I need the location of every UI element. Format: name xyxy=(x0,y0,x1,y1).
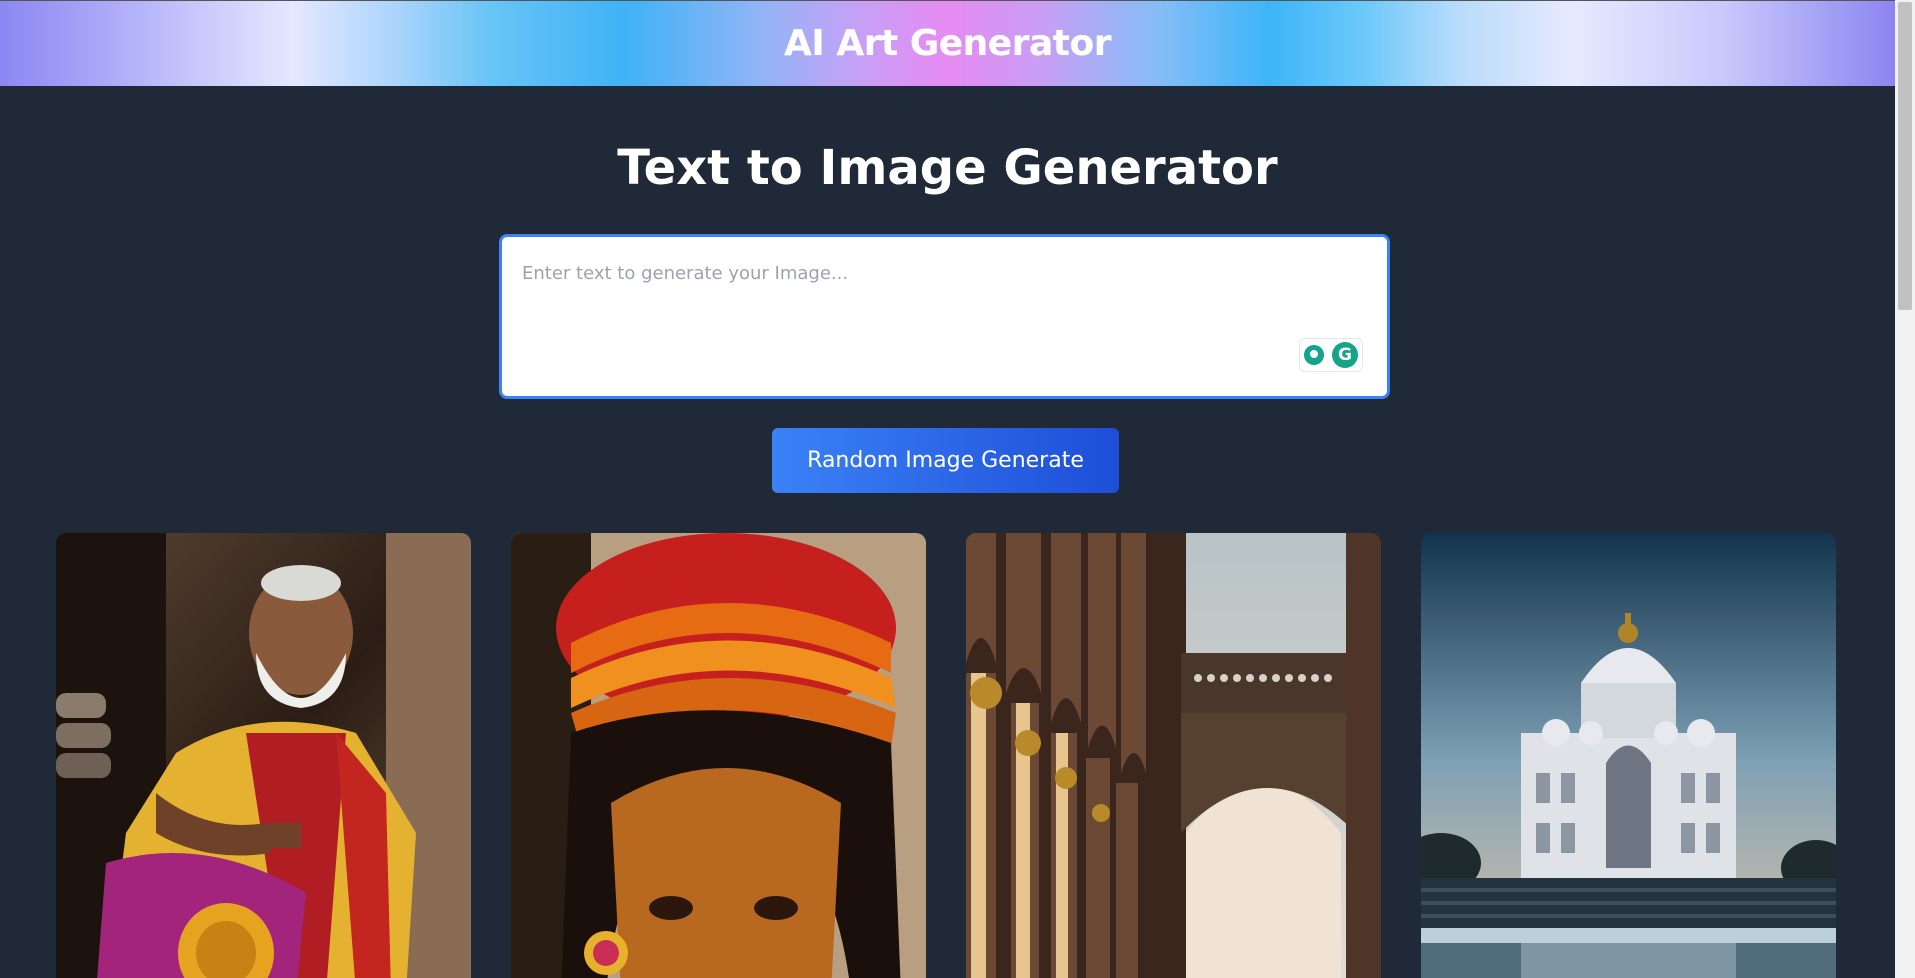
scrollbar-thumb[interactable] xyxy=(1898,2,1912,310)
image-gallery xyxy=(56,533,1836,978)
page-title: Text to Image Generator xyxy=(617,140,1278,196)
header-bar: AI Art Generator xyxy=(0,0,1895,86)
grammarly-icon[interactable]: G xyxy=(1332,342,1358,368)
app-title: AI Art Generator xyxy=(784,23,1111,64)
woman-turban-image xyxy=(511,533,926,978)
extension-widget[interactable]: G xyxy=(1299,338,1363,372)
prompt-input[interactable] xyxy=(502,237,1387,396)
prompt-container: G xyxy=(499,234,1390,399)
gallery-image-1[interactable] xyxy=(56,533,471,978)
gallery-image-4[interactable] xyxy=(1421,533,1836,978)
elderly-man-image xyxy=(56,533,471,978)
palace-image xyxy=(1421,533,1836,978)
gallery-image-3[interactable] xyxy=(966,533,1381,978)
lightbulb-icon[interactable] xyxy=(1304,345,1324,365)
app-page: AI Art Generator Text to Image Generator… xyxy=(0,0,1915,978)
random-generate-button[interactable]: Random Image Generate xyxy=(772,428,1119,493)
vertical-scrollbar[interactable] xyxy=(1895,0,1915,978)
gallery-image-2[interactable] xyxy=(511,533,926,978)
corridor-image xyxy=(966,533,1381,978)
